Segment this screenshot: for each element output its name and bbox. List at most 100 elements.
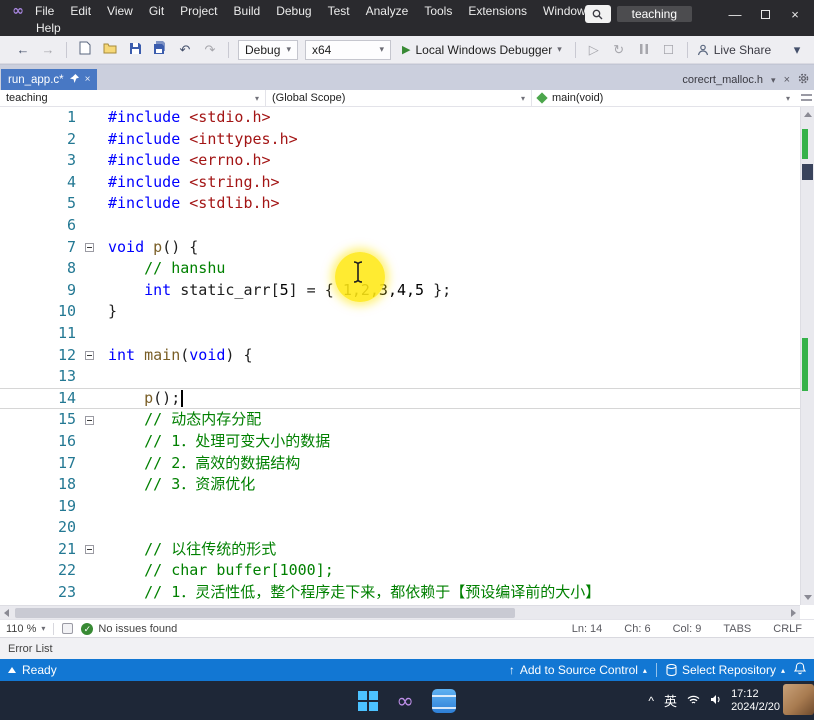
code-lines[interactable]: 1 #include <stdio.h> 2 #include <inttypes.h… [0,107,800,605]
run-without-debug-icon[interactable]: ▷ [585,42,603,58]
menu-edit[interactable]: Edit [62,4,99,18]
code-line[interactable]: 10} [0,301,800,323]
scroll-left-icon[interactable] [4,609,9,617]
code-line[interactable]: 9 int static_arr[5] = { 1,2,3,4,5 }; [0,280,800,302]
notifications-bell-icon[interactable] [793,662,807,678]
member-dropdown[interactable]: main(void) ▾ [532,90,814,106]
menu-build[interactable]: Build [226,4,269,18]
code-line[interactable]: 20 [0,517,800,539]
notepad-taskbar-icon[interactable] [431,688,456,713]
code-line[interactable]: 19 [0,496,800,518]
code-line[interactable]: 14 p(); [0,388,800,410]
tab-settings-gear-icon[interactable] [798,73,809,87]
menu-debug[interactable]: Debug [268,4,319,18]
zoom-dropdown[interactable]: 110 % ▾ [6,623,45,635]
menu-analyze[interactable]: Analyze [358,4,417,18]
close-document-icon[interactable]: × [784,74,790,86]
collapse-minus-icon[interactable] [84,242,94,252]
code-line[interactable]: 1 #include <stdio.h> [0,107,800,129]
wifi-icon[interactable] [687,692,700,710]
undo-icon[interactable]: ↶ [176,42,194,58]
scroll-down-icon[interactable] [804,595,812,600]
menu-view[interactable]: View [99,4,141,18]
code-line[interactable]: 12 int main(void) { [0,345,800,367]
code-line[interactable]: 15 // 动态内存分配 [0,409,800,431]
visual-studio-taskbar-icon[interactable]: ∞ [396,689,414,713]
save-all-icon[interactable] [151,41,169,58]
code-line[interactable]: 23 // 1．灵活性低，整个程序走下来，都依赖于【预设编译前的大小】 [0,582,800,604]
menu-git[interactable]: Git [141,4,172,18]
code-line[interactable]: 17 // 2．高效的数据结构 [0,453,800,475]
code-line[interactable]: 3 #include <errno.h> [0,150,800,172]
code-line[interactable]: 13 [0,366,800,388]
live-share-button[interactable]: Live Share [697,43,771,57]
code-line[interactable]: 22 // char buffer[1000]; [0,560,800,582]
menu-project[interactable]: Project [172,4,225,18]
navigate-forward-icon[interactable]: → [39,42,57,57]
stop-icon[interactable] [660,42,678,57]
code-line[interactable]: 21 // 以往传统的形式 [0,539,800,561]
taskbar-clock[interactable]: 17:12 2024/2/20 [731,688,780,714]
collapse-minus-icon[interactable] [84,545,94,555]
code-editor[interactable]: 1 #include <stdio.h> 2 #include <inttypes.h… [0,107,814,619]
menu-test[interactable]: Test [320,4,358,18]
code-line[interactable]: 6 [0,215,800,237]
pause-icon[interactable] [635,42,653,57]
horizontal-scroll-thumb[interactable] [15,608,515,618]
menu-help[interactable]: Help [28,21,69,35]
horizontal-scrollbar[interactable] [0,605,800,619]
tray-chevron-up-icon[interactable]: ^ [648,694,654,708]
search-button[interactable] [584,5,611,23]
hot-reload-icon[interactable]: ↻ [610,42,628,58]
maximize-button[interactable] [750,3,780,25]
fold-toggle[interactable] [76,345,102,367]
toolbar-overflow-icon[interactable]: ▾ [788,42,806,58]
active-files-chevron-icon[interactable]: ▾ [771,75,776,86]
menu-extensions[interactable]: Extensions [460,4,535,18]
editor-indicator-icon[interactable] [62,623,74,634]
code-line[interactable]: 4 #include <string.h> [0,172,800,194]
volume-icon[interactable] [710,692,721,710]
new-file-icon[interactable] [76,41,94,58]
code-line[interactable]: 18 // 3．资源优化 [0,474,800,496]
code-line[interactable]: 2 #include <inttypes.h> [0,129,800,151]
save-icon[interactable] [126,42,144,58]
solution-platforms-dropdown[interactable]: x64 ▾ [305,39,391,60]
scroll-thumb[interactable] [802,164,813,180]
select-repository-button[interactable]: Select Repository ▴ [666,663,785,677]
editor-split-handle[interactable] [801,94,812,101]
fold-toggle[interactable] [76,237,102,259]
add-to-source-control-button[interactable]: ↑ Add to Source Control ▴ [509,663,647,677]
tab-run-app-c[interactable]: run_app.c* × [1,69,98,90]
vertical-scrollbar[interactable] [800,107,814,605]
menu-file[interactable]: File [27,4,62,18]
code-line[interactable]: 11 [0,323,800,345]
scroll-right-icon[interactable] [791,609,796,617]
code-line[interactable]: 8 // hanshu [0,258,800,280]
code-line[interactable]: 16 // 1．处理可变大小的数据 [0,431,800,453]
background-tasks-icon[interactable] [8,667,16,673]
start-button[interactable] [358,690,379,711]
solution-name-badge[interactable]: teaching [616,6,692,22]
document-health-indicator[interactable]: ✓ No issues found [81,622,177,635]
solution-configurations-dropdown[interactable]: Debug ▾ [238,39,298,60]
fold-toggle[interactable] [76,409,102,431]
navigate-back-icon[interactable]: ← [14,42,32,57]
scroll-up-icon[interactable] [804,112,812,117]
start-debugging-button[interactable]: ▶ Local Windows Debugger ▾ [398,39,566,61]
code-line[interactable]: 7 void p() { [0,237,800,259]
code-line[interactable]: 5 #include <stdlib.h> [0,193,800,215]
menu-tools[interactable]: Tools [416,4,460,18]
collapse-minus-icon[interactable] [84,350,94,360]
redo-icon[interactable]: ↷ [201,42,219,58]
scope-dropdown[interactable]: (Global Scope) ▾ [266,90,532,106]
project-dropdown[interactable]: teaching ▾ [0,90,266,106]
ime-language-indicator[interactable]: 英 [664,691,677,710]
secondary-tab-label[interactable]: corecrt_malloc.h [682,74,763,86]
close-tab-icon[interactable]: × [85,74,91,85]
pin-icon[interactable] [69,73,79,86]
open-file-icon[interactable] [101,42,119,57]
user-avatar-photo[interactable] [783,684,814,715]
close-button[interactable]: × [780,3,810,25]
minimize-button[interactable]: — [720,3,750,25]
